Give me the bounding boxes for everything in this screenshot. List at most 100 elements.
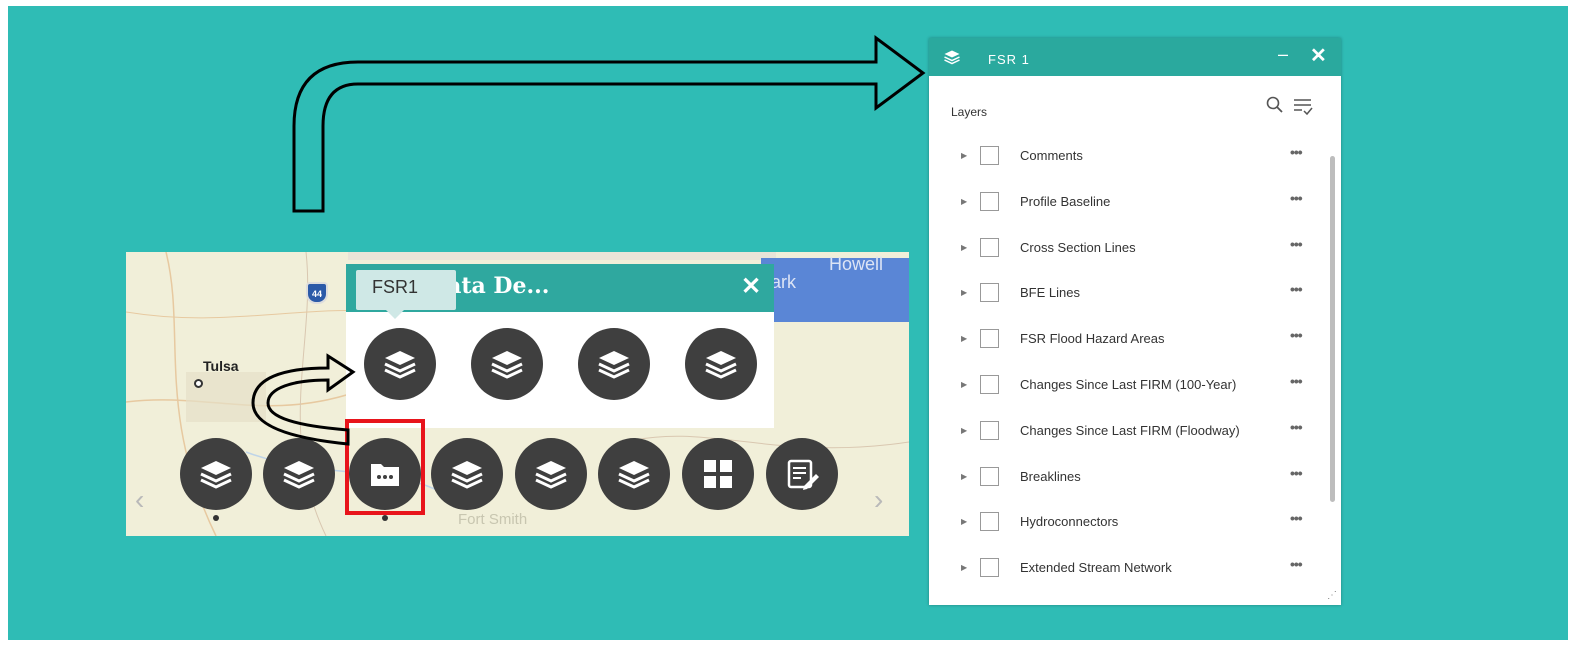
- layer-row[interactable]: ▶ Cross Section Lines •••: [929, 229, 1329, 269]
- layer-name: FSR Flood Hazard Areas: [1020, 331, 1165, 347]
- expand-caret-icon[interactable]: ▶: [961, 288, 967, 297]
- layer-visibility-checkbox[interactable]: [980, 146, 999, 165]
- expand-caret-icon[interactable]: ▶: [961, 380, 967, 389]
- layers-section-label: Layers: [951, 105, 988, 119]
- toolbar-next-button[interactable]: ›: [874, 484, 883, 516]
- group-layer-button-3[interactable]: [578, 328, 650, 400]
- layers-icon: [535, 461, 567, 489]
- toolbar-edit-button[interactable]: [766, 438, 838, 510]
- layer-name: Comments: [1020, 148, 1083, 163]
- more-options-button[interactable]: •••: [1290, 373, 1303, 389]
- map-label-fort-smith: Fort Smith: [458, 511, 528, 528]
- layer-row[interactable]: ▶ Hydroconnectors •••: [929, 503, 1329, 543]
- map-widget[interactable]: Howell ark 44 Tulsa Fort Smith Data De..…: [126, 252, 909, 536]
- interstate-shield-icon: 44: [306, 282, 328, 304]
- expand-caret-icon[interactable]: ▶: [961, 472, 967, 481]
- layer-name: Breaklines: [1020, 468, 1081, 484]
- layers-icon: [598, 351, 630, 379]
- expand-caret-icon[interactable]: ▶: [961, 563, 967, 572]
- layers-icon: [944, 50, 960, 65]
- filter-list-icon[interactable]: [1293, 97, 1313, 117]
- expand-caret-icon[interactable]: ▶: [961, 197, 967, 206]
- minimize-button[interactable]: –: [1278, 44, 1288, 65]
- toolbar-prev-button[interactable]: ‹: [135, 484, 144, 516]
- group-panel-close-button[interactable]: ✕: [741, 272, 761, 301]
- layer-name: Changes Since Last FIRM (100-Year): [1020, 377, 1237, 392]
- active-indicator-dot: [382, 515, 388, 521]
- group-layer-button-4[interactable]: [685, 328, 757, 400]
- layer-visibility-checkbox[interactable]: [980, 237, 999, 257]
- more-options-button[interactable]: •••: [1290, 465, 1303, 481]
- more-options-button[interactable]: •••: [1290, 236, 1303, 252]
- expand-caret-icon[interactable]: ▶: [961, 243, 967, 252]
- layer-row[interactable]: ▶ Breaklines •••: [929, 458, 1329, 498]
- resize-handle-icon[interactable]: ⋰: [1327, 590, 1337, 601]
- layer-panel-title: FSR 1: [988, 52, 1030, 67]
- toolbar-layer-button-1[interactable]: [180, 438, 252, 510]
- layer-name: Extended Stream Network: [1020, 560, 1172, 576]
- layers-icon: [618, 461, 650, 489]
- active-indicator-dot: [213, 515, 219, 521]
- group-layer-button-1[interactable]: [364, 328, 436, 400]
- toolbar-layer-button-4[interactable]: [515, 438, 587, 510]
- expand-caret-icon[interactable]: ▶: [961, 334, 967, 343]
- layer-visibility-checkbox[interactable]: [980, 420, 999, 440]
- layer-name: Hydroconnectors: [1020, 514, 1119, 530]
- group-panel-header: Data De... ✕ FSR1: [346, 264, 774, 319]
- map-label-howell: Howell: [829, 254, 884, 274]
- layer-visibility-checkbox[interactable]: [980, 191, 999, 211]
- layer-visibility-checkbox[interactable]: [980, 283, 999, 303]
- map-strip: [348, 252, 776, 260]
- more-options-button[interactable]: •••: [1290, 510, 1303, 526]
- group-panel: Data De... ✕ FSR1: [346, 264, 774, 428]
- layers-icon: [451, 461, 483, 489]
- layer-name: Changes Since Last FIRM (Floodway): [1020, 422, 1240, 438]
- map-label-ark: ark: [771, 272, 797, 292]
- layer-row[interactable]: ▶ Changes Since Last FIRM (100-Year) •••: [929, 366, 1329, 406]
- layer-visibility-checkbox[interactable]: [980, 375, 999, 394]
- city-marker-icon: [194, 379, 203, 388]
- layer-row[interactable]: ▶ Profile Baseline •••: [929, 183, 1329, 223]
- slide-background: Howell ark 44 Tulsa Fort Smith Data De..…: [8, 6, 1568, 640]
- layer-panel-header: FSR 1 – ✕: [929, 38, 1341, 76]
- layer-row[interactable]: ▶ FSR Flood Hazard Areas •••: [929, 320, 1329, 360]
- search-icon[interactable]: [1266, 96, 1284, 114]
- layer-name: Cross Section Lines: [1020, 239, 1136, 255]
- more-options-button[interactable]: •••: [1290, 144, 1303, 160]
- scrollbar[interactable]: [1330, 156, 1335, 502]
- toolbar-layer-button-2[interactable]: [263, 438, 335, 510]
- layer-row[interactable]: ▶ BFE Lines •••: [929, 274, 1329, 314]
- more-options-button[interactable]: •••: [1290, 281, 1303, 297]
- toolbar-layer-button-3[interactable]: [431, 438, 503, 510]
- highlight-box: [345, 419, 425, 515]
- layers-icon: [283, 461, 315, 489]
- toolbar-layer-button-5[interactable]: [598, 438, 670, 510]
- tooltip: FSR1: [356, 270, 456, 319]
- expand-caret-icon[interactable]: ▶: [961, 151, 967, 160]
- more-options-button[interactable]: •••: [1290, 419, 1303, 435]
- more-options-button[interactable]: •••: [1290, 556, 1303, 572]
- group-layer-button-2[interactable]: [471, 328, 543, 400]
- layer-visibility-checkbox[interactable]: [980, 466, 999, 486]
- toolbar-widgets-button[interactable]: [682, 438, 754, 510]
- layer-row[interactable]: ▶ Extended Stream Network •••: [929, 549, 1329, 589]
- layer-list-panel: FSR 1 – ✕ Layers ▶ Comments ••• ▶ Profile Ba…: [929, 38, 1341, 605]
- more-options-button[interactable]: •••: [1290, 327, 1303, 343]
- layer-row[interactable]: ▶ Comments •••: [929, 137, 1329, 177]
- edit-doc-icon: [787, 459, 819, 490]
- layer-name: Profile Baseline: [1020, 193, 1111, 209]
- layers-icon: [491, 351, 523, 379]
- layer-name: BFE Lines: [1020, 285, 1080, 301]
- layer-visibility-checkbox[interactable]: [980, 512, 999, 532]
- layers-icon: [384, 351, 416, 379]
- layers-icon: [200, 461, 232, 489]
- expand-caret-icon[interactable]: ▶: [961, 426, 967, 435]
- layer-row[interactable]: ▶ Changes Since Last FIRM (Floodway) •••: [929, 412, 1329, 452]
- layer-visibility-checkbox[interactable]: [980, 558, 999, 578]
- layers-icon: [705, 351, 737, 379]
- more-options-button[interactable]: •••: [1290, 190, 1303, 206]
- map-label-tulsa: Tulsa: [203, 358, 239, 374]
- expand-caret-icon[interactable]: ▶: [961, 517, 967, 526]
- close-button[interactable]: ✕: [1310, 43, 1327, 68]
- layer-visibility-checkbox[interactable]: [980, 329, 999, 349]
